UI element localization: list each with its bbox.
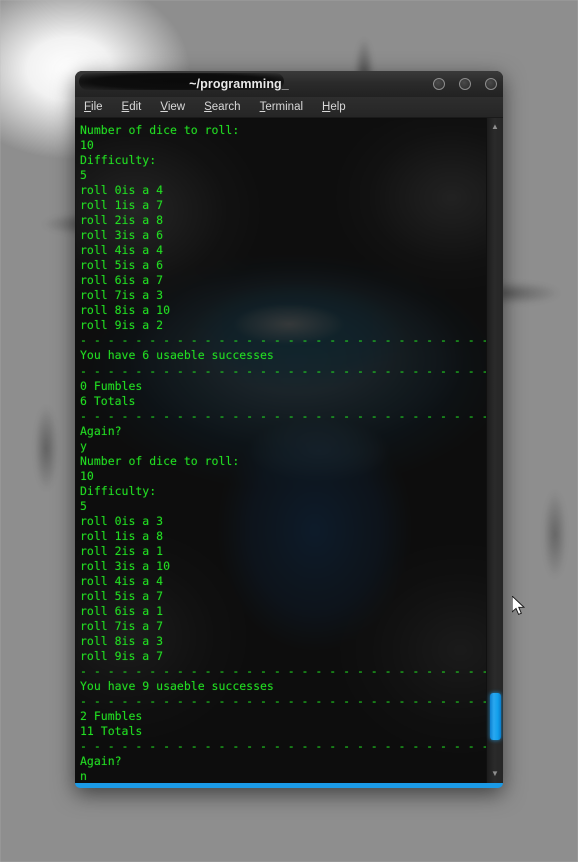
menu-view-label: iew [167, 101, 186, 113]
terminal-scrollbar[interactable]: ▲ ▼ [486, 118, 503, 783]
window-titlebar[interactable]: ~/programming_ [75, 71, 503, 97]
menu-edit-label: dit [129, 101, 142, 113]
terminal-output: Number of dice to roll: 10 Difficulty: 5… [80, 123, 502, 783]
menu-edit[interactable]: Edit [122, 101, 142, 113]
menu-view-accel: V [160, 101, 168, 113]
menu-file-label: ile [91, 101, 103, 113]
menu-file-accel: F [84, 101, 92, 113]
menu-terminal-label: erminal [265, 101, 304, 113]
menu-help-label: elp [330, 101, 346, 113]
window-title: ~/programming_ [189, 77, 289, 91]
menu-file[interactable]: File [84, 101, 103, 113]
menu-search-accel: S [204, 101, 212, 113]
menu-bar: File Edit View Search Terminal Help [75, 97, 503, 118]
menu-terminal[interactable]: Terminal [260, 101, 303, 113]
menu-search-label: earch [211, 101, 241, 113]
scroll-down-arrow-icon[interactable]: ▼ [487, 767, 503, 781]
terminal-window[interactable]: ~/programming_ File Edit View Search Ter… [75, 71, 503, 788]
menu-help[interactable]: Help [322, 101, 346, 113]
terminal-body[interactable]: Number of dice to roll: 10 Difficulty: 5… [75, 118, 503, 783]
menu-view[interactable]: View [160, 101, 185, 113]
menu-search[interactable]: Search [204, 101, 240, 113]
scrollbar-thumb[interactable] [490, 693, 501, 740]
scroll-up-arrow-icon[interactable]: ▲ [487, 120, 503, 134]
